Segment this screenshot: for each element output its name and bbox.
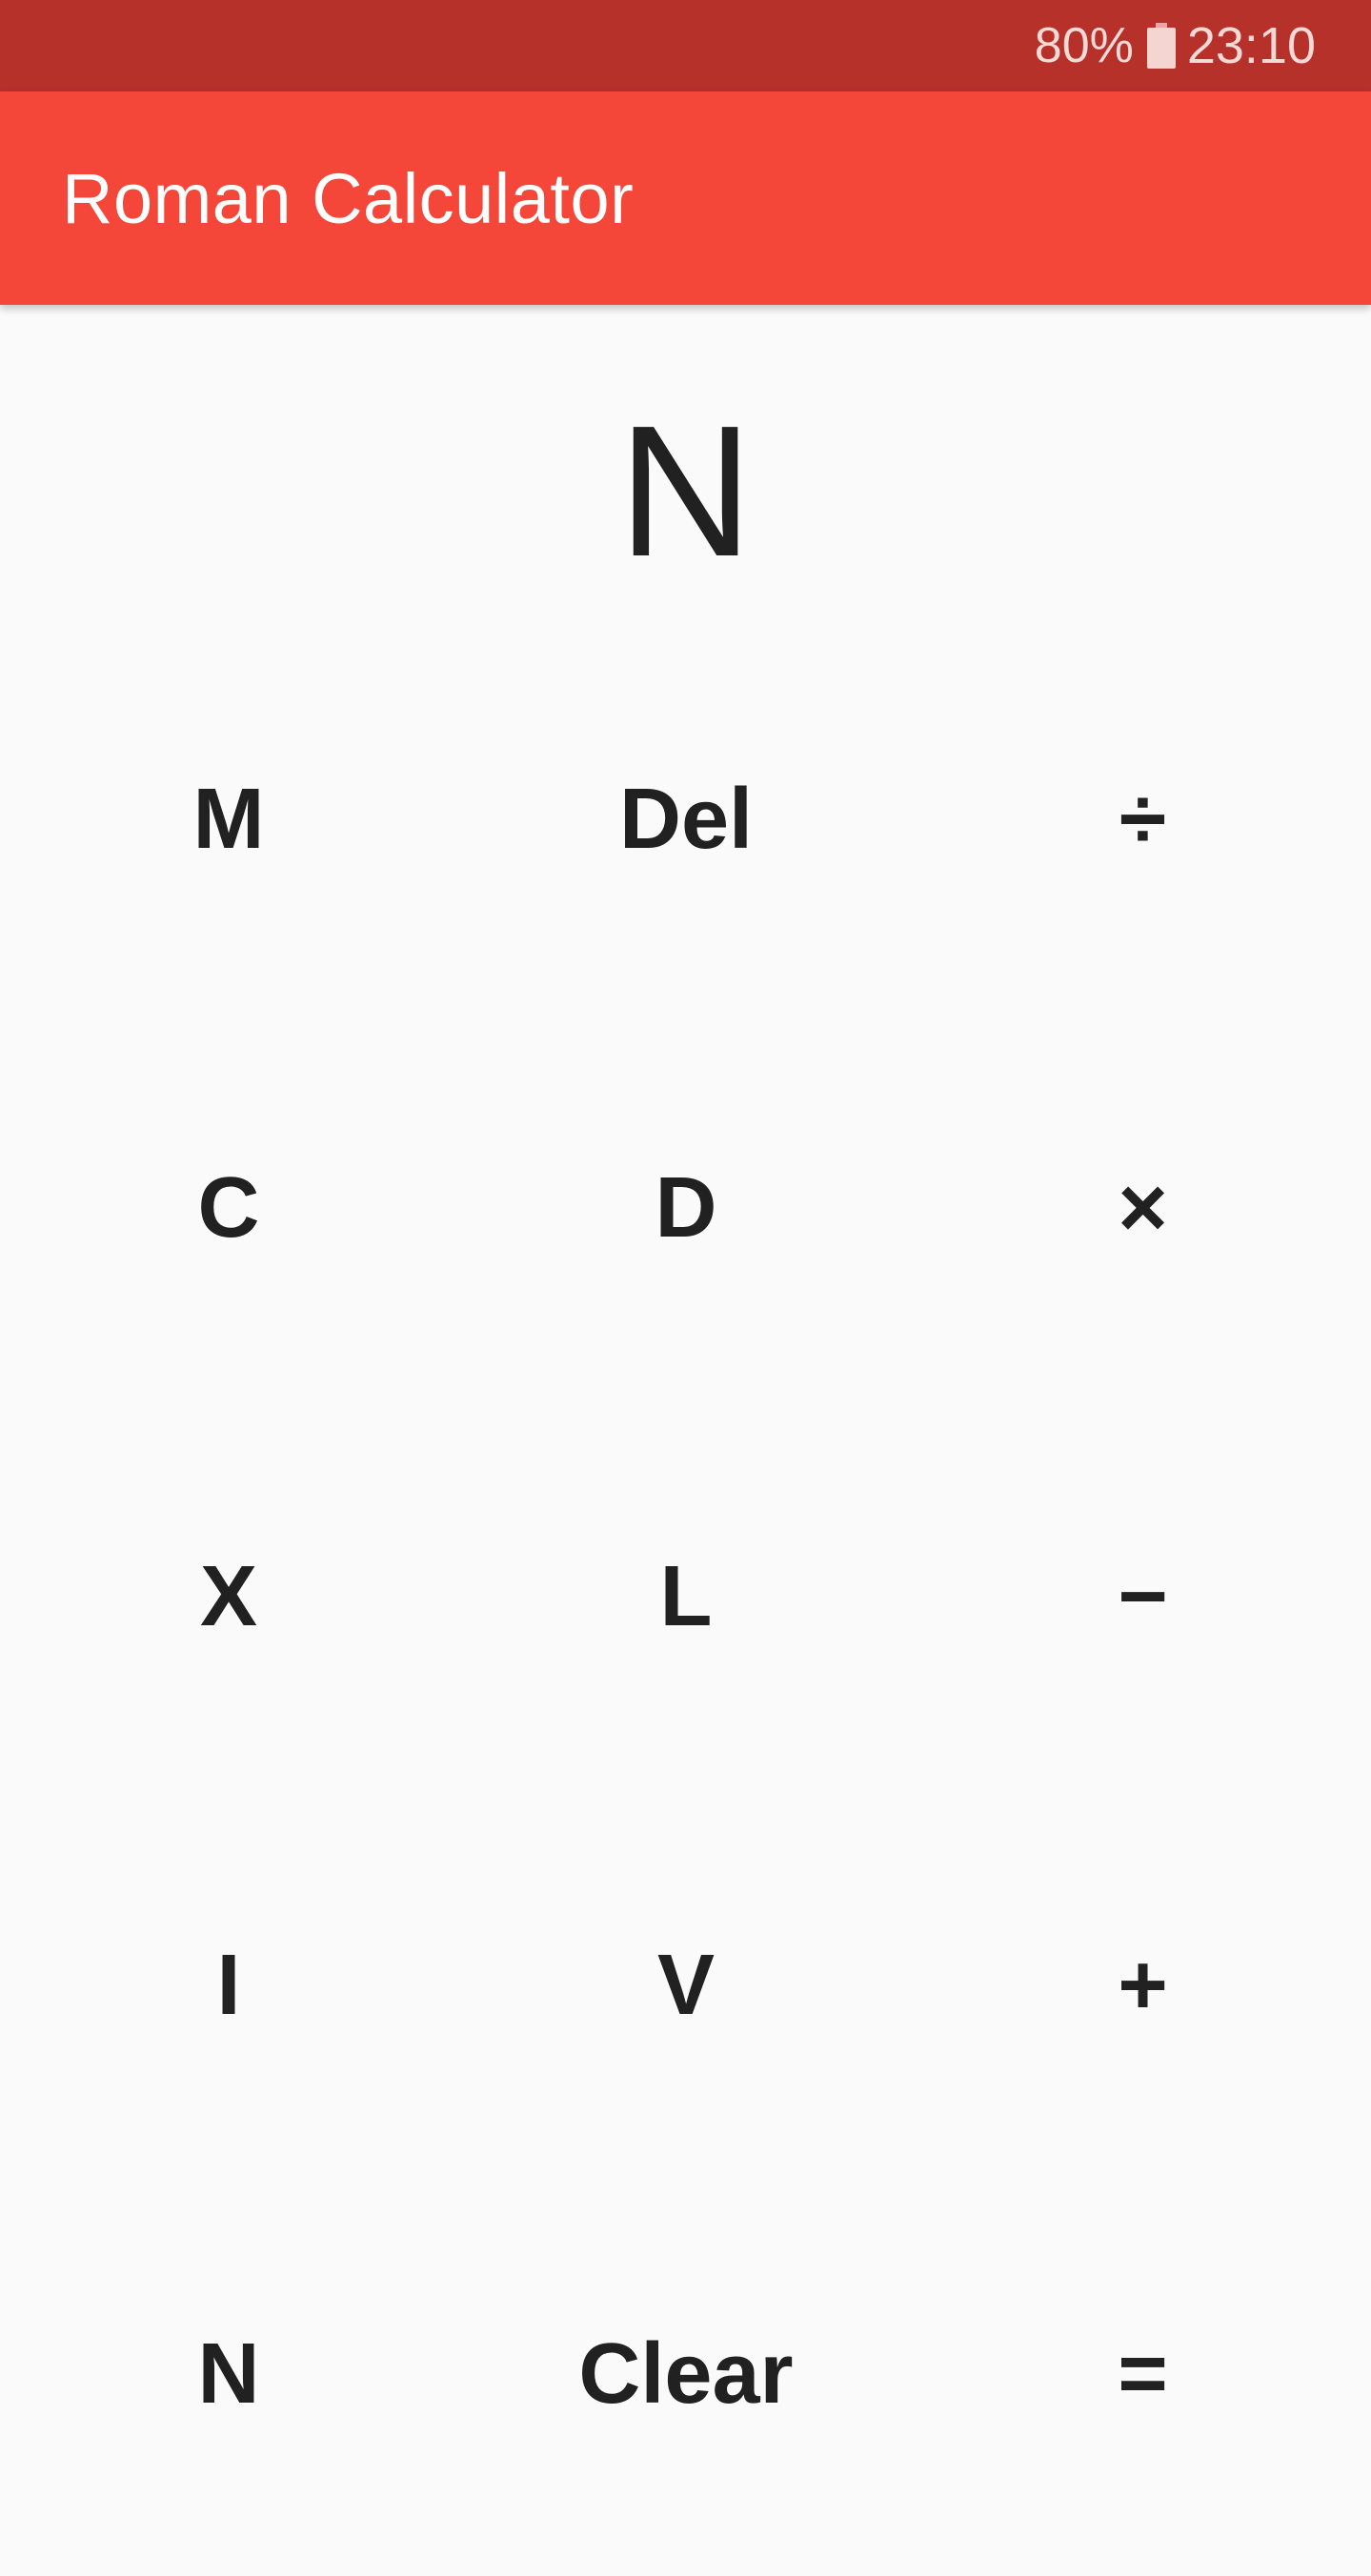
status-clock: 23:10 bbox=[1186, 17, 1316, 74]
divide-button[interactable]: ÷ bbox=[915, 625, 1371, 1014]
key-m-button[interactable]: M bbox=[0, 625, 457, 1014]
key-c-button[interactable]: C bbox=[0, 1014, 457, 1402]
status-bar: 80% 23:10 bbox=[0, 0, 1371, 91]
app-bar: Roman Calculator bbox=[0, 91, 1371, 305]
key-i-button[interactable]: I bbox=[0, 1791, 457, 2180]
clear-button[interactable]: Clear bbox=[457, 2180, 915, 2568]
key-v-button[interactable]: V bbox=[457, 1791, 915, 2180]
key-d-button[interactable]: D bbox=[457, 1014, 915, 1402]
key-x-button[interactable]: X bbox=[0, 1402, 457, 1791]
battery-percent: 80% bbox=[1034, 18, 1134, 73]
key-n-button[interactable]: N bbox=[0, 2180, 457, 2568]
delete-button[interactable]: Del bbox=[457, 625, 915, 1014]
keypad: M Del ÷ C D × X L − I V + N Clear = bbox=[0, 625, 1371, 2576]
app-title: Roman Calculator bbox=[62, 158, 635, 238]
multiply-button[interactable]: × bbox=[915, 1014, 1371, 1402]
key-l-button[interactable]: L bbox=[457, 1402, 915, 1791]
result-display: N bbox=[617, 386, 754, 595]
subtract-button[interactable]: − bbox=[915, 1402, 1371, 1791]
equals-button[interactable]: = bbox=[915, 2180, 1371, 2568]
battery-icon bbox=[1146, 23, 1176, 69]
add-button[interactable]: + bbox=[915, 1791, 1371, 2180]
